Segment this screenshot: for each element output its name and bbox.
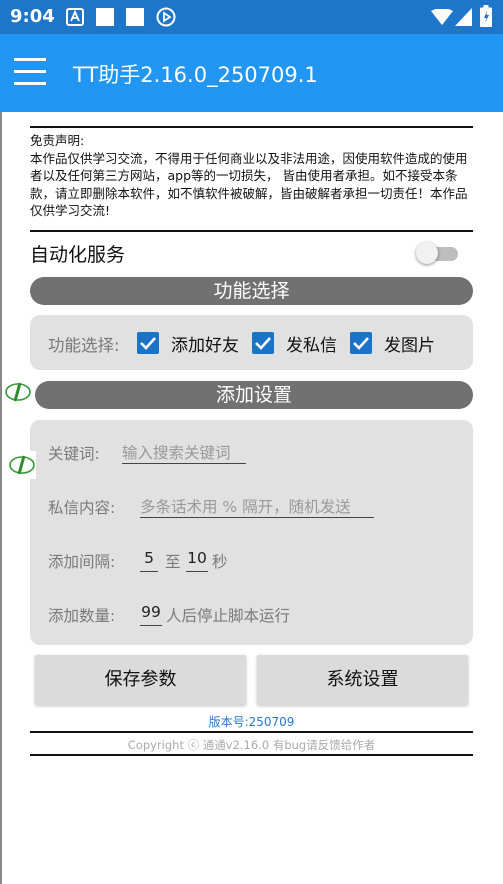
status-bar: 9:04	[0, 0, 503, 34]
signal-icon	[455, 8, 472, 26]
checkbox-send-image[interactable]	[350, 332, 372, 354]
automation-toggle[interactable]	[416, 242, 460, 264]
save-params-button[interactable]: 保存参数	[35, 655, 246, 705]
checkbox-private-message[interactable]	[252, 332, 274, 354]
save-params-label: 保存参数	[104, 669, 177, 690]
check-icon	[255, 337, 271, 350]
app-title: TT助手2.16.0_250709.1	[73, 63, 318, 87]
notification-app-icon	[66, 8, 84, 26]
divider	[30, 230, 473, 232]
divider	[30, 754, 473, 756]
app-bar: TT助手2.16.0_250709.1	[0, 34, 503, 112]
status-time: 9:04	[10, 6, 55, 27]
disclaimer-body: 本作品仅供学习交流，不得用于任何商业以及非法用途，因使用软件造成的使用者以及任何…	[30, 150, 468, 219]
system-settings-button[interactable]: 系统设置	[257, 655, 468, 705]
interval-label: 添加间隔:	[48, 553, 116, 571]
divider	[30, 126, 473, 128]
checkbox-add-friend[interactable]	[137, 332, 159, 354]
message-input[interactable]: 多条话术用 % 隔开，随机发送	[140, 495, 374, 518]
copyright-text: Copyright ⓒ 通通v2.16.0 有bug请反馈给作者	[127, 738, 376, 752]
notification-square-icon	[126, 8, 144, 26]
keyword-input[interactable]: 输入搜索关键词	[122, 441, 246, 464]
function-section-header: 功能选择	[30, 277, 473, 305]
system-settings-label: 系统设置	[326, 669, 399, 690]
message-placeholder: 多条话术用 % 隔开，随机发送	[140, 498, 351, 516]
count-label: 添加数量:	[48, 607, 116, 625]
overlay-badge-icon	[8, 451, 36, 479]
function-card: 功能选择: 添加好友 发私信 发图片	[30, 315, 473, 370]
checkbox-private-message-label: 发私信	[286, 336, 337, 356]
keyword-label: 关键词:	[48, 445, 100, 463]
battery-icon	[480, 5, 492, 27]
overlay-badge-icon	[4, 378, 32, 406]
count-suffix: 人后停止脚本运行	[166, 607, 291, 625]
interval-from-value: 5	[144, 549, 154, 567]
add-settings-title: 添加设置	[215, 384, 292, 406]
left-edge-line	[0, 112, 2, 884]
keyword-placeholder: 输入搜索关键词	[122, 444, 231, 462]
count-value: 99	[141, 603, 161, 621]
notification-square-icon	[96, 8, 114, 26]
count-input[interactable]: 99	[140, 603, 162, 626]
interval-to-value: 10	[187, 549, 207, 567]
function-label: 功能选择:	[48, 336, 120, 355]
menu-icon[interactable]	[14, 58, 46, 86]
checkbox-add-friend-label: 添加好友	[171, 336, 239, 356]
add-settings-header: 添加设置	[35, 381, 473, 409]
automation-row: 自动化服务	[30, 238, 475, 268]
automation-label: 自动化服务	[30, 244, 126, 266]
function-section-title: 功能选择	[213, 280, 290, 302]
interval-to-input[interactable]: 10	[186, 549, 208, 572]
checkbox-send-image-label: 发图片	[384, 336, 435, 356]
message-label: 私信内容:	[48, 499, 116, 517]
check-icon	[140, 337, 156, 350]
add-settings-card: 关键词: 输入搜索关键词 私信内容: 多条话术用 % 隔开，随机发送 添加间隔:…	[30, 420, 473, 645]
disclaimer: 免责声明: 本作品仅供学习交流，不得用于任何商业以及非法用途，因使用软件造成的使…	[30, 132, 475, 220]
wifi-icon	[431, 9, 453, 25]
disclaimer-title: 免责声明:	[30, 133, 85, 148]
check-icon	[353, 337, 369, 350]
media-play-icon	[156, 7, 176, 27]
divider	[30, 731, 473, 733]
interval-to-label: 至	[165, 553, 181, 571]
interval-from-input[interactable]: 5	[140, 549, 158, 572]
interval-unit: 秒	[212, 553, 228, 571]
version-text: 版本号:250709	[208, 715, 295, 729]
